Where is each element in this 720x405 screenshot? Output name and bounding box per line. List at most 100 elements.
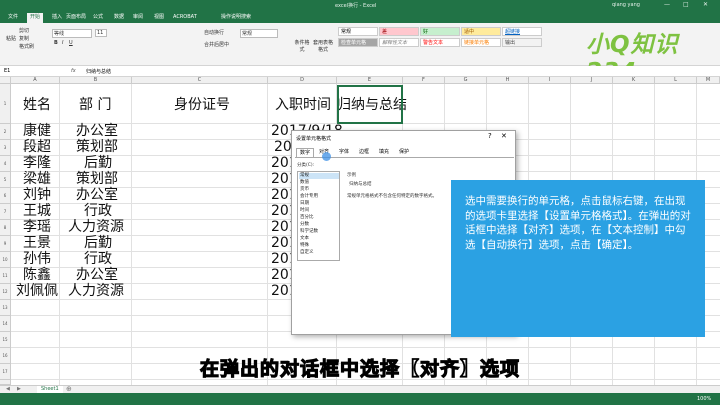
bold-button[interactable]: B — [54, 40, 58, 46]
copy-button[interactable]: 复制 — [19, 35, 29, 42]
style-check-cell[interactable]: 检查单元格 — [338, 38, 378, 47]
row-header[interactable]: 6 — [0, 188, 11, 204]
dialog-tab-font[interactable]: 字体 — [336, 148, 352, 157]
tab-view[interactable]: 视图 — [151, 13, 167, 23]
tell-me-search[interactable]: 操作说明搜索 — [218, 13, 254, 23]
dept-cell[interactable]: 人力资源 — [68, 219, 124, 235]
category-item[interactable]: 日期 — [299, 201, 339, 207]
column-header[interactable]: B — [60, 77, 132, 84]
select-all-corner[interactable] — [0, 77, 11, 84]
tab-file[interactable]: 文件 — [5, 13, 21, 23]
name-cell[interactable]: 李瑶 — [23, 219, 51, 235]
name-cell[interactable]: 刘钟 — [23, 187, 51, 203]
help-icon[interactable]: ? — [488, 132, 492, 140]
style-hyperlink[interactable]: 超链接 — [502, 27, 542, 36]
dept-cell[interactable]: 后勤 — [84, 155, 112, 171]
column-header[interactable]: K — [613, 77, 655, 84]
category-item[interactable]: 常规 — [299, 173, 339, 179]
category-item[interactable]: 科学记数 — [299, 229, 339, 235]
row-header[interactable]: 8 — [0, 220, 11, 236]
name-cell[interactable]: 康健 — [23, 123, 51, 139]
paste-button[interactable]: 粘贴 — [6, 35, 16, 42]
row-header[interactable]: 15 — [0, 332, 11, 348]
name-cell[interactable]: 王城 — [23, 203, 51, 219]
category-item[interactable]: 时间 — [299, 208, 339, 214]
dept-cell[interactable]: 行政 — [84, 203, 112, 219]
style-good[interactable]: 好 — [420, 27, 460, 36]
close-icon[interactable]: ✕ — [501, 132, 507, 140]
dept-cell[interactable]: 人力资源 — [68, 283, 124, 299]
row-header[interactable]: 12 — [0, 284, 11, 300]
dept-cell[interactable]: 行政 — [84, 251, 112, 267]
tab-formulas[interactable]: 公式 — [90, 13, 106, 23]
close-button[interactable]: ✕ — [703, 1, 708, 8]
row-header[interactable]: 7 — [0, 204, 11, 220]
column-header[interactable]: J — [571, 77, 613, 84]
category-item[interactable]: 数值 — [299, 180, 339, 186]
category-item[interactable]: 自定义 — [299, 250, 339, 256]
row-header[interactable]: 1 — [0, 84, 11, 124]
tab-review[interactable]: 审阅 — [130, 13, 146, 23]
name-cell[interactable]: 段超 — [23, 139, 51, 155]
row-header[interactable]: 11 — [0, 268, 11, 284]
category-item[interactable]: 会计专用 — [299, 194, 339, 200]
row-header[interactable]: 3 — [0, 140, 11, 156]
dept-cell[interactable]: 策划部 — [76, 171, 118, 187]
wrap-text-button[interactable]: 自动换行 — [204, 29, 224, 36]
minimize-button[interactable]: — — [664, 1, 670, 8]
header-cell[interactable]: 姓名 — [23, 97, 51, 113]
header-cell[interactable]: 部 门 — [79, 97, 111, 113]
name-cell[interactable]: 陈鑫 — [23, 267, 51, 283]
dialog-tab-number[interactable]: 数字 — [296, 148, 315, 157]
tab-page-layout[interactable]: 页面布局 — [63, 13, 89, 23]
row-header[interactable]: 2 — [0, 124, 11, 140]
dept-cell[interactable]: 后勤 — [84, 235, 112, 251]
dept-cell[interactable]: 办公室 — [76, 123, 118, 139]
category-list[interactable]: 常规 数值 货币 会计专用 日期 时间 百分比 分数 科学记数 文本 特殊 自定… — [297, 171, 340, 261]
style-normal[interactable]: 常规 — [338, 27, 378, 36]
font-name-box[interactable]: 等线 — [52, 29, 92, 38]
add-sheet-icon[interactable]: ⊕ — [66, 385, 72, 393]
category-item[interactable]: 货币 — [299, 187, 339, 193]
category-item[interactable]: 分数 — [299, 222, 339, 228]
format-as-table-button[interactable]: 套用表格格式 — [313, 39, 333, 53]
dept-cell[interactable]: 办公室 — [76, 267, 118, 283]
row-header[interactable]: 4 — [0, 156, 11, 172]
style-bad[interactable]: 差 — [379, 27, 419, 36]
column-header[interactable]: H — [487, 77, 529, 84]
sheet-scroll-left-icon[interactable]: ◀ — [6, 386, 10, 392]
name-cell[interactable]: 孙伟 — [23, 251, 51, 267]
row-header[interactable]: 13 — [0, 300, 11, 316]
underline-button[interactable]: U — [69, 40, 73, 46]
dept-cell[interactable]: 策划部 — [76, 139, 118, 155]
column-header[interactable]: L — [655, 77, 697, 84]
conditional-format-button[interactable]: 条件格式 — [293, 39, 311, 53]
column-header[interactable]: A — [11, 77, 60, 84]
column-header[interactable]: G — [445, 77, 487, 84]
row-header[interactable]: 5 — [0, 172, 11, 188]
dialog-tab-protection[interactable]: 保护 — [396, 148, 412, 157]
number-format-box[interactable]: 常规 — [240, 29, 278, 38]
dialog-tab-border[interactable]: 边框 — [356, 148, 372, 157]
selected-cell-e1[interactable] — [337, 85, 403, 124]
style-warning[interactable]: 警告文本 — [420, 38, 460, 47]
dialog-tab-fill[interactable]: 填充 — [376, 148, 392, 157]
name-cell[interactable]: 梁雄 — [23, 171, 51, 187]
tab-acrobat[interactable]: ACROBAT — [170, 13, 200, 23]
row-header[interactable]: 14 — [0, 316, 11, 332]
merge-center-button[interactable]: 合并后居中 — [204, 41, 229, 48]
category-item[interactable]: 特殊 — [299, 243, 339, 249]
category-item[interactable]: 百分比 — [299, 215, 339, 221]
column-header[interactable]: F — [403, 77, 445, 84]
name-cell[interactable]: 刘佩佩 — [16, 283, 58, 299]
style-explanatory[interactable]: 解释性文本 — [379, 38, 419, 47]
format-painter-button[interactable]: 格式刷 — [19, 43, 34, 50]
name-cell[interactable]: 王景 — [23, 235, 51, 251]
column-header[interactable]: C — [132, 77, 268, 84]
column-header[interactable]: E — [337, 77, 403, 84]
style-linked-cell[interactable]: 链接单元格 — [461, 38, 501, 47]
date-cell[interactable]: 20 — [274, 139, 292, 155]
dept-cell[interactable]: 办公室 — [76, 187, 118, 203]
header-cell[interactable]: 身份证号 — [174, 97, 230, 113]
name-cell[interactable]: 李隆 — [23, 155, 51, 171]
